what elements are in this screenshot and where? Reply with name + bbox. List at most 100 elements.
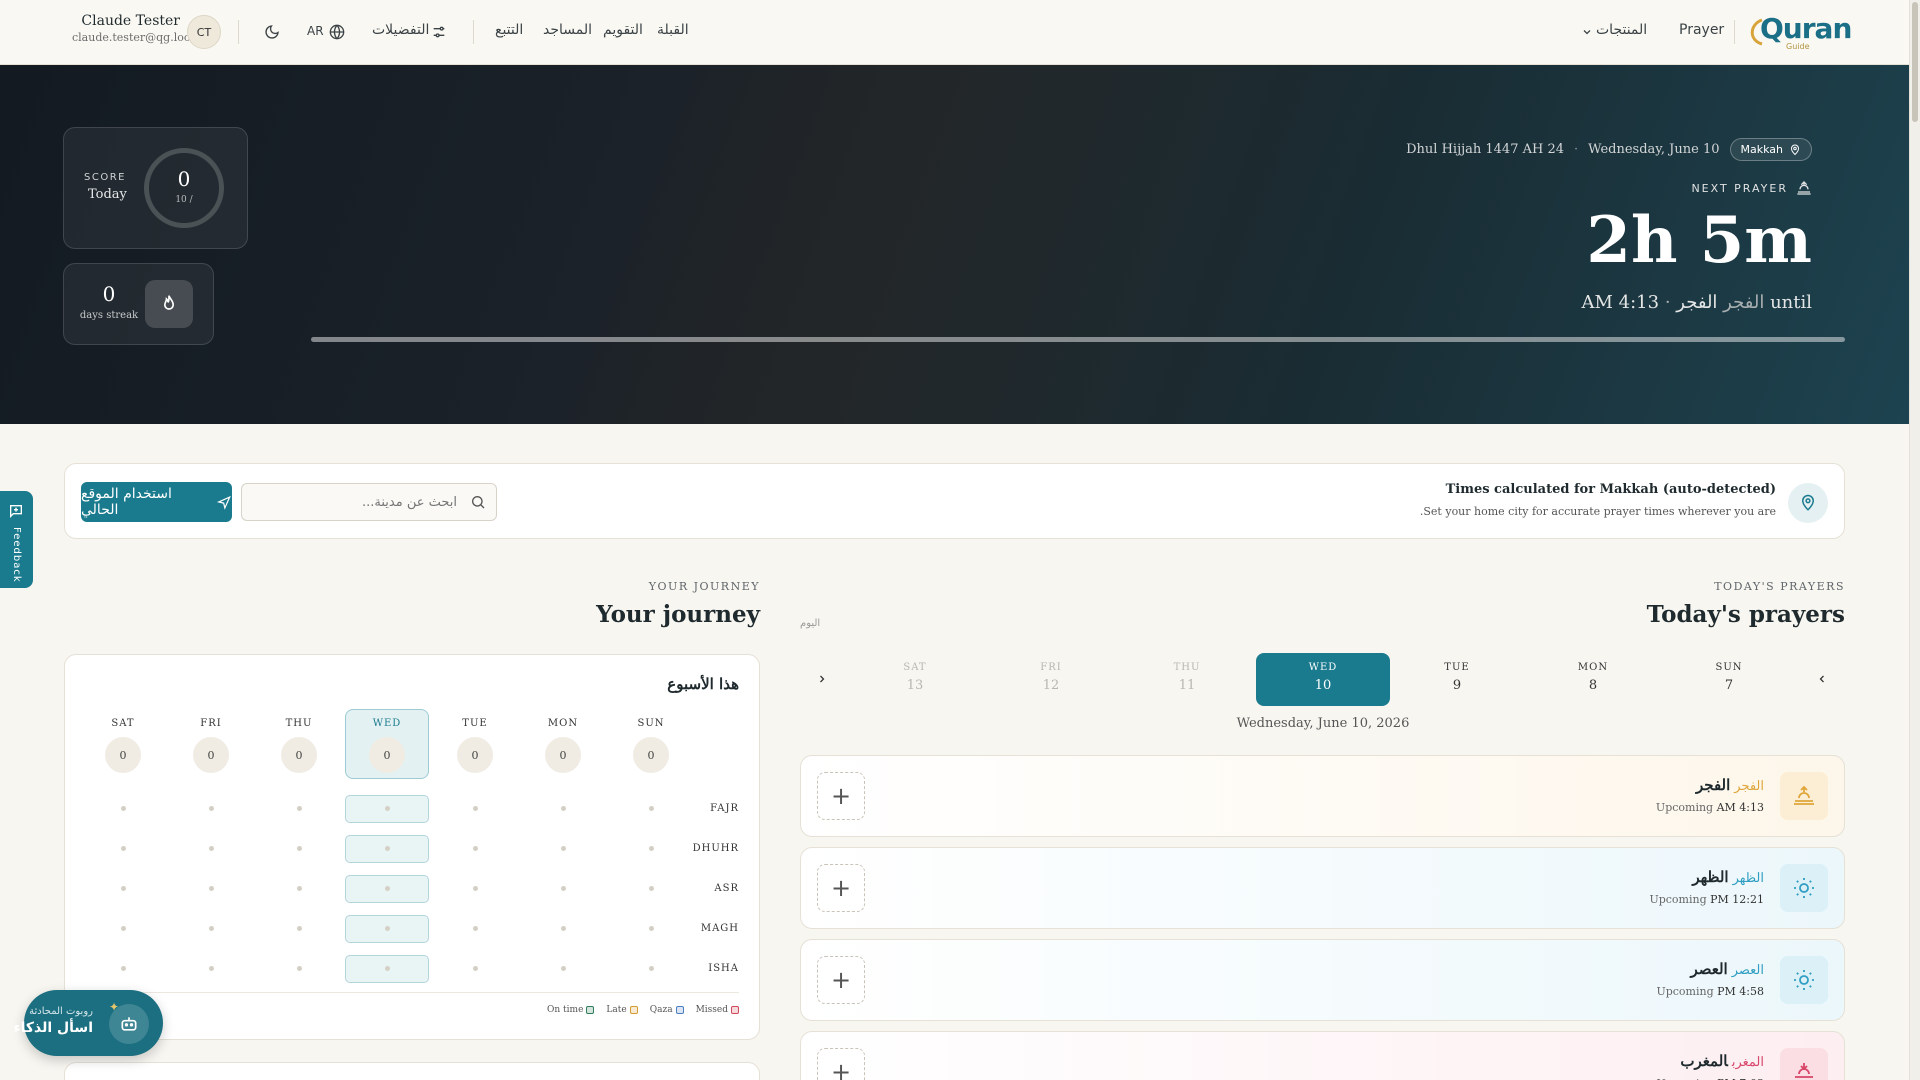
log-prayer-button[interactable]: + [817, 1048, 865, 1080]
day-selector-wed[interactable]: WED 10 [1256, 653, 1390, 706]
status-dot[interactable] [472, 966, 478, 971]
next-prayer-label: NEXT PRAYER [1691, 180, 1812, 196]
status-dot[interactable] [648, 846, 654, 851]
status-dot[interactable] [120, 886, 126, 891]
status-dot[interactable] [120, 966, 126, 971]
score-sublabel: Today [88, 187, 127, 202]
language-label[interactable]: AR [307, 24, 324, 38]
status-dot[interactable] [296, 966, 302, 971]
use-current-location-button[interactable]: استخدام الموقع الحالي [81, 482, 232, 522]
status-dot[interactable] [208, 806, 214, 811]
ai-title: اسأل الذكاء [13, 1020, 93, 1036]
status-dot[interactable] [208, 846, 214, 851]
logo[interactable]: Quran Guide [1746, 12, 1852, 52]
status-dot[interactable] [384, 886, 390, 891]
week-day-count: 0 [105, 737, 141, 773]
status-dot[interactable] [648, 886, 654, 891]
ai-subtitle: روبوت المحادثة [29, 1006, 93, 1017]
status-dot[interactable] [208, 926, 214, 931]
status-dot[interactable] [384, 926, 390, 931]
status-dot[interactable] [384, 806, 390, 811]
day-selector-sun[interactable]: SUN 7 [1662, 653, 1796, 706]
prayer-card[interactable]: +المغربالمغربUpcoming PM 7:03 [800, 1031, 1845, 1080]
streak-card[interactable]: 0 days streak [63, 263, 214, 345]
status-dot[interactable] [472, 806, 478, 811]
prayer-card[interactable]: + العصرالعصر Upcoming PM 4:58 [800, 939, 1845, 1021]
nav-divider [473, 20, 474, 44]
day-selector-fri[interactable]: FRI 12 [984, 653, 1118, 706]
prev-day-arrow[interactable] [1812, 669, 1832, 689]
week-tracker-title: هذا الأسبوع [667, 675, 739, 693]
nav-calendar[interactable]: التقويم [603, 22, 643, 38]
status-dot[interactable] [120, 806, 126, 811]
dark-mode-icon[interactable] [261, 21, 283, 43]
city-pill[interactable]: Makkah [1729, 138, 1812, 161]
day-number: 10 [1314, 678, 1332, 693]
status-dot[interactable] [472, 846, 478, 851]
nav-tracking[interactable]: التتبع [495, 22, 523, 38]
location-pin-icon [1788, 483, 1828, 523]
log-prayer-button[interactable]: + [817, 772, 865, 820]
next-day-arrow[interactable] [812, 669, 832, 689]
sunrise-icon [1780, 772, 1828, 820]
status-dot[interactable] [384, 846, 390, 851]
nav-preferences[interactable]: التفضيلات [372, 22, 429, 38]
status-dot[interactable] [560, 806, 566, 811]
week-day-count: 0 [369, 737, 405, 773]
until-prayer: الفجر [1676, 292, 1718, 313]
status-dot[interactable] [560, 886, 566, 891]
day-number: 9 [1452, 678, 1462, 693]
chevron-down-icon[interactable] [1576, 21, 1598, 43]
status-dot[interactable] [384, 966, 390, 971]
feedback-label: Feedback [11, 527, 22, 583]
day-number: 7 [1724, 678, 1734, 693]
status-dot[interactable] [296, 886, 302, 891]
day-selector-sat[interactable]: SAT 13 [848, 653, 982, 706]
city-search-input[interactable] [252, 484, 457, 520]
prayer-card[interactable]: + الظهرالظهر Upcoming PM 12:21 [800, 847, 1845, 929]
nav-prayer[interactable]: Prayer [1679, 22, 1724, 38]
globe-icon[interactable] [326, 21, 348, 43]
status-dot[interactable] [208, 966, 214, 971]
nav-products[interactable]: المنتجات [1596, 22, 1647, 38]
status-dot[interactable] [120, 846, 126, 851]
status-dot[interactable] [560, 966, 566, 971]
log-prayer-button[interactable]: + [817, 956, 865, 1004]
sunset-icon [1780, 1048, 1828, 1080]
scrollbar-thumb[interactable] [1912, 2, 1918, 122]
status-dot[interactable] [648, 966, 654, 971]
avatar[interactable]: CT [187, 15, 221, 49]
status-dot[interactable] [648, 926, 654, 931]
status-dot[interactable] [296, 926, 302, 931]
status-dot[interactable] [648, 806, 654, 811]
prayer-progress-bar [311, 337, 1845, 342]
ask-ai-button[interactable]: روبوت المحادثة اسأل الذكاء ✦ [13, 990, 163, 1056]
page-scrollbar[interactable] [1909, 0, 1920, 1080]
day-selector-mon[interactable]: MON 8 [1526, 653, 1660, 706]
status-dot[interactable] [120, 926, 126, 931]
prayer-card[interactable]: + الفجرالفجر Upcoming AM 4:13 [800, 755, 1845, 837]
day-name: FRI [1040, 662, 1062, 673]
sliders-icon[interactable] [428, 21, 450, 43]
status-dot[interactable] [472, 886, 478, 891]
city-search[interactable] [241, 483, 497, 521]
day-selector-thu[interactable]: THU 11 [1120, 653, 1254, 706]
status-dot[interactable] [208, 886, 214, 891]
prayer-name-line: المغربالمغرب [1680, 1052, 1764, 1070]
hero-dates: Dhul Hijjah 1447 AH 24 · Wednesday, June… [1406, 138, 1812, 161]
date-separator: · [1574, 142, 1579, 157]
day-selector-tue[interactable]: TUE 9 [1390, 653, 1524, 706]
status-dot[interactable] [560, 846, 566, 851]
week-day-count: 0 [545, 737, 581, 773]
day-name: WED [1308, 662, 1338, 673]
nav-qibla[interactable]: القبلة [657, 22, 689, 38]
score-card[interactable]: SCORE Today 0 10 / [63, 127, 248, 249]
status-dot[interactable] [472, 926, 478, 931]
nav-mosques[interactable]: المساجد [543, 22, 592, 38]
status-dot[interactable] [296, 846, 302, 851]
feedback-tab[interactable]: Feedback [0, 491, 33, 588]
status-dot[interactable] [560, 926, 566, 931]
user-info[interactable]: Claude Tester claude.tester@qg.local [72, 13, 200, 44]
log-prayer-button[interactable]: + [817, 864, 865, 912]
status-dot[interactable] [296, 806, 302, 811]
